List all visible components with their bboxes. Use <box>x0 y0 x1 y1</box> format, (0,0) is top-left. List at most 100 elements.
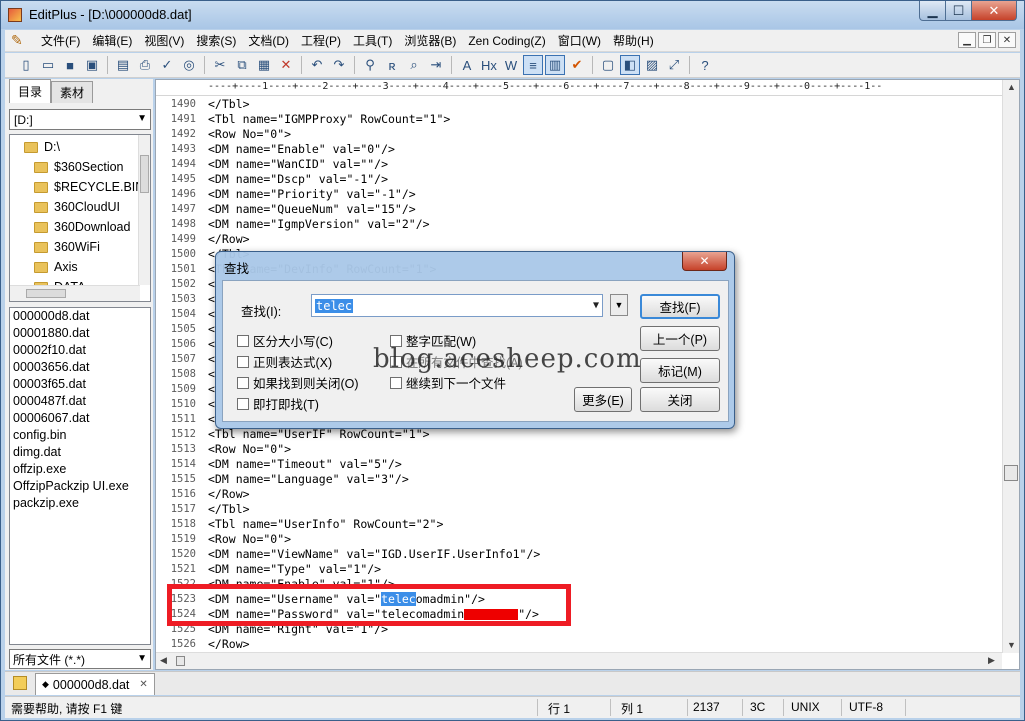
find-input[interactable]: telec ▼ <box>311 294 603 317</box>
fullscreen-icon[interactable]: ⤢ <box>664 55 684 75</box>
hex-view-icon[interactable]: Hx <box>479 55 499 75</box>
editor-horizontal-scrollbar[interactable]: ◀ ▶ <box>156 652 1002 669</box>
tree-item[interactable]: 360Download <box>34 217 130 237</box>
menu-edit[interactable]: 编辑(E) <box>86 32 138 49</box>
doc-minimize-icon[interactable]: ▁ <box>958 32 976 48</box>
tree-vertical-scrollbar[interactable] <box>138 135 150 285</box>
file-item[interactable]: 00006067.dat <box>10 410 150 427</box>
code-line[interactable]: </Tbl> <box>208 502 250 516</box>
code-line[interactable]: <DM name="Enable" val="0"/> <box>208 142 395 156</box>
find-button[interactable]: 查找(F) <box>640 294 720 319</box>
close-if-found-checkbox[interactable]: 如果找到则关闭(O) <box>237 373 359 392</box>
tree-item[interactable]: 360WiFi <box>34 237 100 257</box>
tree-item[interactable]: Axis <box>34 257 78 277</box>
file-item[interactable]: 00003f65.dat <box>10 376 150 393</box>
code-line[interactable]: <Tbl name="UserIF" RowCount="1"> <box>208 427 430 441</box>
file-item[interactable]: 00003656.dat <box>10 359 150 376</box>
tree-horizontal-scrollbar[interactable] <box>10 285 140 301</box>
redo-icon[interactable]: ↷ <box>329 55 349 75</box>
code-line[interactable]: <Tbl name="UserInfo" RowCount="2"> <box>208 517 443 531</box>
code-line[interactable]: </Row> <box>208 637 250 651</box>
file-item[interactable]: dimg.dat <box>10 444 150 461</box>
drive-select[interactable]: [D:] ▼ <box>9 109 151 130</box>
save-all-icon[interactable]: ▣ <box>82 55 102 75</box>
goto-icon[interactable]: ⇥ <box>426 55 446 75</box>
code-line[interactable]: <DM name="Timeout" val="5"/> <box>208 457 402 471</box>
code-line[interactable]: < <box>208 397 215 411</box>
code-line[interactable]: <Row No="0"> <box>208 127 291 141</box>
mark-button[interactable]: 标记(M) <box>640 358 720 383</box>
folder-tree[interactable]: D:\ $360Section $RECYCLE.BIN 360CloudUI … <box>9 134 151 302</box>
open-folder-icon[interactable]: ▭ <box>38 55 58 75</box>
maximize-button[interactable]: ☐ <box>945 1 972 21</box>
word-wrap-icon[interactable]: W <box>501 55 521 75</box>
font-icon[interactable]: A <box>457 55 477 75</box>
copy-icon[interactable]: ⧉ <box>232 55 252 75</box>
close-tab-icon[interactable]: ✕ <box>139 679 147 690</box>
file-item[interactable]: offzip.exe <box>10 461 150 478</box>
scroll-down-icon[interactable]: ▼ <box>1007 640 1016 650</box>
more-button[interactable]: 更多(E) <box>574 387 632 412</box>
minimize-button[interactable]: ▁ <box>919 1 946 21</box>
chevron-down-icon[interactable]: ▼ <box>593 300 599 311</box>
delete-icon[interactable]: ✕ <box>276 55 296 75</box>
file-list[interactable]: 000000d8.dat 00001880.dat 00002f10.dat 0… <box>9 307 151 645</box>
code-line[interactable]: <DM name="Type" val="1"/> <box>208 562 381 576</box>
line-number-icon[interactable]: ≡ <box>523 55 543 75</box>
code-line[interactable]: < <box>208 337 215 351</box>
check-icon[interactable]: ✔ <box>567 55 587 75</box>
code-line[interactable]: < <box>208 307 215 321</box>
scroll-left-icon[interactable]: ◀ <box>160 655 167 666</box>
find-previous-button[interactable]: 上一个(P) <box>640 326 720 351</box>
find-in-files-icon[interactable]: ⌕ <box>404 55 424 75</box>
code-line[interactable]: <Row No="0"> <box>208 532 291 546</box>
menu-browser[interactable]: 浏览器(B) <box>398 32 462 49</box>
find-icon[interactable]: ⚲ <box>360 55 380 75</box>
save-icon[interactable]: ■ <box>60 55 80 75</box>
find-dialog-close-button[interactable]: ✕ <box>682 252 727 271</box>
scrollbar-thumb[interactable] <box>176 656 185 666</box>
ruler-icon[interactable]: ▥ <box>545 55 565 75</box>
tree-item[interactable]: $360Section <box>34 157 124 177</box>
editor-vertical-scrollbar[interactable]: ▲ ▼ <box>1002 80 1019 653</box>
print-icon[interactable]: ⎙ <box>135 55 155 75</box>
scrollbar-thumb[interactable] <box>26 289 66 298</box>
title-bar[interactable]: EditPlus - [D:\000000d8.dat] ▁ ☐ ✕ <box>1 1 1024 29</box>
menu-view[interactable]: 视图(V) <box>138 32 190 49</box>
close-dialog-button[interactable]: 关闭 <box>640 387 720 412</box>
directory-window-icon[interactable]: ◧ <box>620 55 640 75</box>
file-filter-select[interactable]: 所有文件 (*.*) ▼ <box>9 649 151 669</box>
folder-icon[interactable] <box>13 676 27 690</box>
menu-document[interactable]: 文档(D) <box>242 32 295 49</box>
match-case-checkbox[interactable]: 区分大小写(C) <box>237 331 333 350</box>
code-line[interactable]: < <box>208 367 215 381</box>
file-item[interactable]: config.bin <box>10 427 150 444</box>
code-line[interactable]: < <box>208 412 215 426</box>
code-line[interactable]: <DM name="Priority" val="-1"/> <box>208 187 416 201</box>
file-item[interactable]: 00001880.dat <box>10 325 150 342</box>
code-line[interactable]: </Tbl> <box>208 97 250 111</box>
cliptext-window-icon[interactable]: ▢ <box>598 55 618 75</box>
file-item[interactable]: 0000487f.dat <box>10 393 150 410</box>
scroll-up-icon[interactable]: ▲ <box>1007 82 1016 92</box>
code-line[interactable]: <DM name="WanCID" val=""/> <box>208 157 388 171</box>
code-line[interactable]: < <box>208 382 215 396</box>
close-button[interactable]: ✕ <box>971 1 1017 21</box>
code-line[interactable]: <DM name="Dscp" val="-1"/> <box>208 172 388 186</box>
doc-close-icon[interactable]: ✕ <box>998 32 1016 48</box>
spell-check-icon[interactable]: ✓ <box>157 55 177 75</box>
menu-tools[interactable]: 工具(T) <box>347 32 398 49</box>
regex-checkbox[interactable]: 正则表达式(X) <box>237 352 332 371</box>
menu-search[interactable]: 搜索(S) <box>190 32 242 49</box>
undo-icon[interactable]: ↶ <box>307 55 327 75</box>
tree-item[interactable]: D:\ <box>24 137 60 157</box>
document-tab[interactable]: ◆ 000000d8.dat ✕ <box>35 673 155 695</box>
file-item[interactable]: packzip.exe <box>10 495 150 512</box>
find-options-menu-button[interactable]: ▼ <box>610 294 628 316</box>
find-as-you-type-checkbox[interactable]: 即打即找(T) <box>237 394 319 413</box>
code-line[interactable]: <DM name="IgmpVersion" val="2"/> <box>208 217 430 231</box>
code-line[interactable]: < <box>208 277 215 291</box>
file-item[interactable]: OffzipPackzip UI.exe <box>10 478 150 495</box>
code-line[interactable]: <Tbl name="IGMPProxy" RowCount="1"> <box>208 112 450 126</box>
browser-view-icon[interactable]: ◎ <box>179 55 199 75</box>
